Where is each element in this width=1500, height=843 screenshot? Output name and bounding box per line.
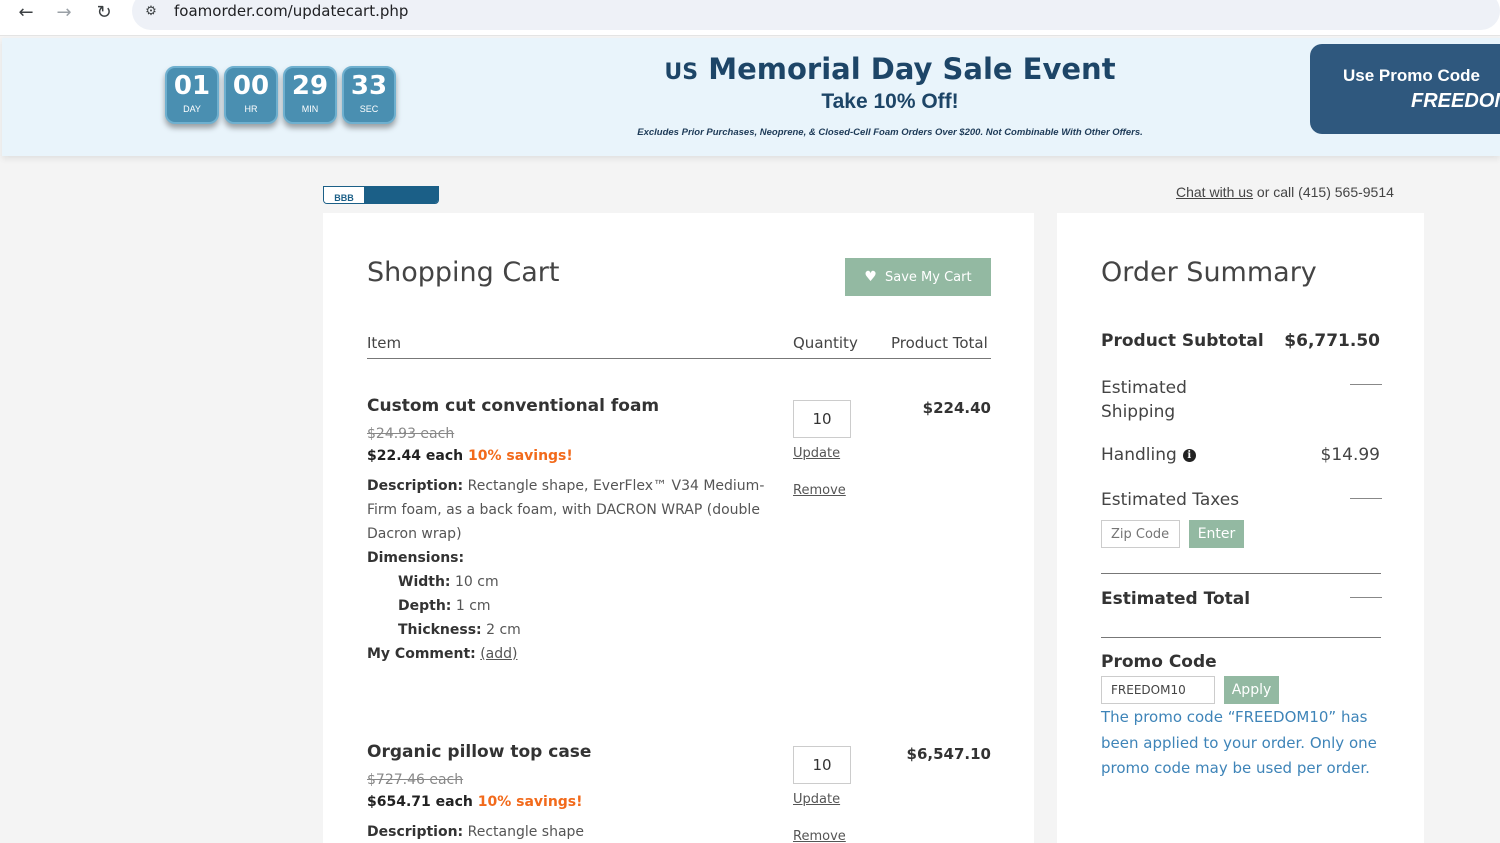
depth-row: Depth: 1 cm: [398, 598, 491, 614]
remove-link[interactable]: Remove: [793, 483, 846, 498]
remove-link[interactable]: Remove: [793, 829, 846, 843]
width-row: Width: 10 cm: [398, 574, 499, 590]
summary-divider: [1101, 637, 1381, 638]
url-text[interactable]: foamorder.com/updatecart.php: [174, 2, 408, 20]
update-link[interactable]: Update: [793, 792, 840, 807]
handling-value: $14.99: [1320, 445, 1380, 465]
shopping-cart-panel: Shopping Cart ♥ Save My Cart Item Quanti…: [323, 213, 1034, 843]
save-cart-button[interactable]: ♥ Save My Cart: [845, 258, 991, 296]
item-sale-price: $654.71 each 10% savings!: [367, 794, 991, 810]
column-header-total: Product Total: [891, 334, 988, 352]
column-header-quantity: Quantity: [793, 334, 858, 352]
banner-title-text: Memorial Day Sale Event: [708, 52, 1116, 86]
description-label: Description:: [367, 824, 464, 840]
countdown-unit: HR: [244, 104, 258, 114]
countdown-minutes: 29 MIN: [283, 66, 337, 124]
estimated-total-label: Estimated Total: [1101, 589, 1251, 609]
promo-callout-label: Use Promo Code: [1343, 66, 1480, 85]
contact-line: Chat with us or call (415) 565-9514: [1176, 184, 1394, 200]
add-comment-link[interactable]: (add): [480, 646, 517, 662]
chat-link[interactable]: Chat with us: [1176, 184, 1253, 200]
handling-row: Handling i: [1101, 445, 1196, 465]
info-icon[interactable]: i: [1182, 448, 1196, 462]
us-flag-label: US: [664, 60, 699, 85]
quantity-input[interactable]: [793, 746, 851, 784]
countdown-value: 33: [350, 71, 388, 101]
subtotal-label: Product Subtotal: [1101, 331, 1264, 351]
promo-callout-code: FREEDOM10: [1411, 90, 1500, 112]
item-original-price: $727.46 each: [367, 772, 464, 788]
header-divider: [367, 358, 991, 359]
sale-price-value: $22.44 each: [367, 448, 464, 464]
line-total: $6,547.10: [906, 745, 991, 763]
apply-promo-button[interactable]: Apply: [1224, 676, 1279, 704]
countdown-timer: 01 DAY 00 HR 29 MIN 33 SEC: [165, 66, 396, 124]
heart-icon: ♥: [864, 269, 877, 285]
item-details: Description: Rectangle shape: [367, 820, 767, 843]
banner-title: US Memorial Day Sale Event: [540, 52, 1240, 86]
countdown-unit: MIN: [301, 104, 319, 114]
dimensions-label: Dimensions:: [367, 550, 465, 566]
bbb-rating-bar: [364, 187, 438, 203]
comment-label: My Comment:: [367, 646, 476, 662]
item-original-price: $24.93 each: [367, 426, 455, 442]
forward-icon[interactable]: →: [50, 0, 78, 24]
summary-title: Order Summary: [1101, 257, 1317, 288]
savings-badge: 10% savings!: [477, 794, 583, 810]
cart-item: Custom cut conventional foam $24.93 each…: [367, 396, 991, 666]
sale-price-value: $654.71 each: [367, 794, 473, 810]
comment-row: My Comment: (add): [367, 642, 767, 666]
order-summary-panel: Order Summary Product Subtotal $6,771.50…: [1057, 213, 1424, 843]
countdown-value: 01: [173, 71, 211, 101]
line-total: $224.40: [922, 399, 991, 417]
banner-fine-print: Excludes Prior Purchases, Neoprene, & Cl…: [637, 127, 1143, 138]
promo-code-callout[interactable]: Use Promo Code FREEDOM10: [1310, 44, 1500, 134]
column-header-item: Item: [367, 334, 402, 352]
countdown-unit: SEC: [359, 104, 379, 114]
countdown-seconds: 33 SEC: [342, 66, 396, 124]
back-icon[interactable]: ←: [12, 0, 40, 24]
site-settings-icon[interactable]: ⚙: [142, 2, 160, 20]
taxes-label: Estimated Taxes: [1101, 490, 1240, 510]
subtotal-value: $6,771.50: [1284, 331, 1380, 351]
reload-icon[interactable]: ↻: [90, 0, 118, 24]
countdown-days: 01 DAY: [165, 66, 219, 124]
banner-subtitle: Take 10% Off!: [821, 90, 959, 113]
bbb-logo: BBB: [324, 187, 364, 203]
enter-zip-button[interactable]: Enter: [1189, 520, 1244, 548]
promo-applied-message: The promo code “FREEDOM10” has been appl…: [1101, 708, 1377, 777]
countdown-hours: 00 HR: [224, 66, 278, 124]
bbb-badge[interactable]: BBB: [323, 186, 439, 204]
cart-title: Shopping Cart: [367, 257, 560, 288]
description-text: Rectangle shape: [467, 824, 585, 840]
update-link[interactable]: Update: [793, 446, 840, 461]
handling-label: Handling: [1101, 445, 1177, 465]
description-row: Description: Rectangle shape: [367, 820, 767, 843]
taxes-value-dash: [1350, 498, 1382, 499]
countdown-value: 29: [291, 71, 329, 101]
phone-text: or call (415) 565-9514: [1253, 184, 1394, 200]
item-details: Description: Rectangle shape, EverFlex™ …: [367, 474, 767, 666]
countdown-unit: DAY: [183, 104, 201, 114]
savings-badge: 10% savings!: [467, 448, 573, 464]
estimated-total-dash: [1350, 597, 1382, 598]
countdown-value: 00: [232, 71, 270, 101]
shipping-value-dash: [1350, 384, 1382, 385]
zip-code-input[interactable]: [1101, 520, 1180, 548]
thickness-row: Thickness: 2 cm: [398, 622, 521, 638]
description-row: Description: Rectangle shape, EverFlex™ …: [367, 474, 767, 546]
quantity-input[interactable]: [793, 400, 851, 438]
item-sale-price: $22.44 each 10% savings!: [367, 448, 991, 464]
summary-divider: [1101, 573, 1381, 574]
shipping-label: Estimated Shipping: [1101, 378, 1187, 422]
save-cart-label: Save My Cart: [884, 269, 972, 285]
browser-toolbar: ← → ↻ ⚙ foamorder.com/updatecart.php: [0, 0, 1500, 36]
promo-code-input[interactable]: [1101, 676, 1215, 704]
promo-code-label: Promo Code: [1101, 652, 1217, 672]
description-label: Description:: [367, 478, 464, 494]
